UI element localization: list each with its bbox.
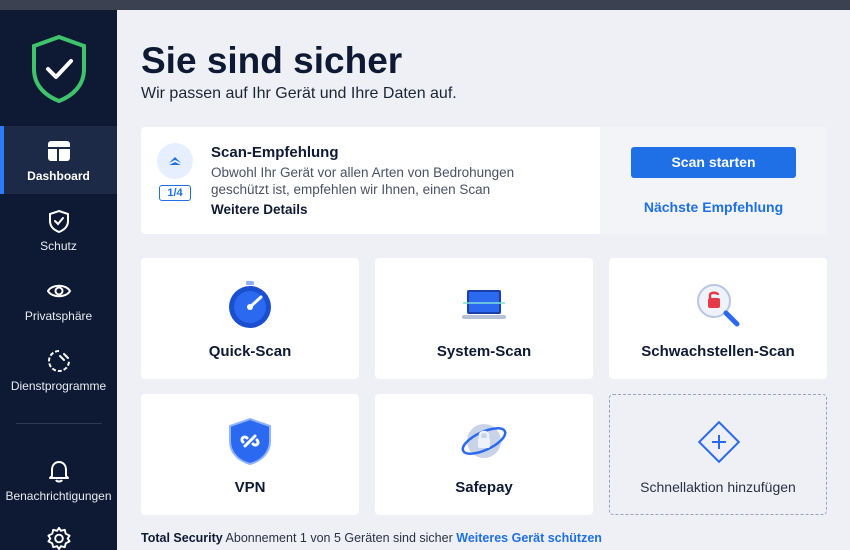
sidebar-item-privatsphaere[interactable]: Privatsphäre: [0, 266, 117, 334]
laptop-icon: [462, 290, 506, 319]
next-recommendation-link[interactable]: Nächste Empfehlung: [600, 199, 827, 215]
safepay-tile[interactable]: Safepay: [375, 394, 593, 515]
sidebar-item-label: Schutz: [40, 238, 77, 253]
recommendation-actions-panel: [600, 127, 827, 234]
page-title: Sie sind sicher: [141, 40, 403, 81]
stopwatch-icon: [229, 281, 271, 328]
sidebar-divider: [16, 423, 102, 424]
system-scan-tile[interactable]: System-Scan: [375, 258, 593, 379]
chevron-up-icon: [166, 157, 184, 166]
sidebar-item-settings[interactable]: [0, 516, 117, 550]
window-top-bar: [0, 0, 850, 10]
shield-icon: [48, 209, 69, 233]
tile-label: Quick-Scan: [208, 343, 292, 360]
add-quick-action-tile[interactable]: Schnellaktion hinzufügen: [609, 394, 827, 515]
vpn-shield-icon: [229, 417, 271, 466]
tools-icon: [47, 349, 70, 372]
sidebar-item-dashboard[interactable]: Dashboard: [0, 126, 117, 194]
dashboard-icon: [47, 140, 70, 161]
sidebar-item-benachrichtigungen[interactable]: Benachrichtigungen: [0, 446, 117, 514]
sidebar-item-label: Privatsphäre: [24, 308, 93, 323]
recommendation-title: Scan-Empfehlung: [211, 144, 339, 161]
sidebar-item-label: Benachrichtigungen: [5, 488, 112, 503]
add-icon: [697, 420, 741, 464]
safepay-icon: [461, 424, 507, 458]
protect-device-link[interactable]: Weiteres Gerät schützen: [456, 531, 602, 545]
eye-icon: [46, 284, 71, 297]
sidebar: Dashboard Schutz Privatsphäre Dienstprog…: [0, 10, 117, 550]
recommendation-icon: [157, 143, 193, 179]
sidebar-item-label: Dashboard: [27, 168, 90, 183]
tile-label: Safepay: [455, 479, 513, 496]
recommendation-card: 1/4 Scan-Empfehlung Obwohl Ihr Gerät vor…: [141, 127, 827, 234]
sidebar-item-label: Dienstprogramme: [10, 378, 107, 393]
magnifier-lock-icon: [697, 284, 740, 327]
shield-check-icon: [32, 34, 86, 104]
details-link[interactable]: Weitere Details: [211, 202, 308, 217]
start-scan-button[interactable]: Scan starten: [631, 147, 796, 178]
tile-label: System-Scan: [436, 343, 532, 360]
subscription-status: Total Security Abonnement 1 von 5 Geräte…: [141, 531, 602, 545]
recommendation-counter: 1/4: [159, 185, 191, 201]
vpn-tile[interactable]: VPN: [141, 394, 359, 515]
bell-icon: [48, 460, 69, 482]
sidebar-item-dienstprogramme[interactable]: Dienstprogramme: [0, 336, 117, 404]
tile-label: Schnellaktion hinzufügen: [640, 479, 796, 495]
page-subtitle: Wir passen auf Ihr Gerät und Ihre Daten …: [141, 85, 457, 102]
tile-label: VPN: [234, 479, 266, 496]
tile-label: Schwachstellen-Scan: [641, 343, 795, 360]
vulnerability-scan-tile[interactable]: Schwachstellen-Scan: [609, 258, 827, 379]
product-name: Total Security: [141, 531, 223, 545]
sidebar-item-schutz[interactable]: Schutz: [0, 196, 117, 264]
recommendation-text: Obwohl Ihr Gerät vor allen Arten von Bed…: [211, 165, 515, 197]
quick-scan-tile[interactable]: Quick-Scan: [141, 258, 359, 379]
gear-icon: [46, 526, 71, 550]
subscription-text: Abonnement 1 von 5 Geräten sind sicher: [225, 531, 453, 545]
